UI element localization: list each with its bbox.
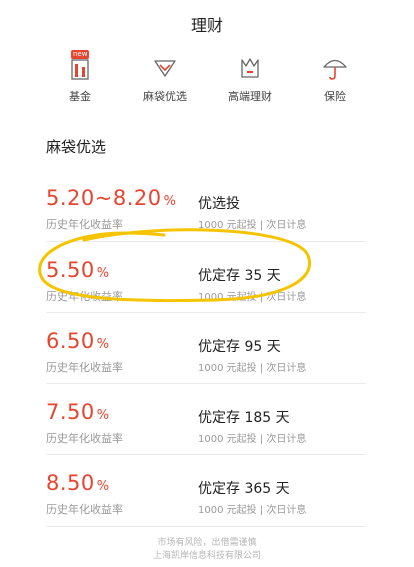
product-row[interactable]: 5.20~8.20% 历史年化收益率 优选投 1000 元起投 | 次日计息 [46,170,366,241]
rate-label: 历史年化收益率 [46,361,123,374]
product-row[interactable]: 5.50% 历史年化收益率 优定存 35 天 1000 元起投 | 次日计息 [46,241,366,312]
nav-item-fund[interactable]: new 基金 [40,50,120,104]
category-nav: new 基金 麻袋优选 高端理财 保险 [40,50,375,104]
section-title: 麻袋优选 [46,138,107,156]
nav-item-high-end[interactable]: 高端理财 [210,52,290,104]
nav-label-insurance: 保险 [324,90,346,103]
product-name: 优选投 [198,196,240,212]
fund-icon: new [63,50,97,82]
footer: 市场有风险，出借需谨慎 上海凯岸信息科技有限公司 [0,537,414,563]
product-name: 优定存 365 天 [198,481,290,497]
rate-label: 历史年化收益率 [46,290,123,303]
rate-value: 5.50% [46,258,110,282]
rate-value: 6.50% [46,329,110,353]
new-badge: new [71,50,90,59]
product-note: 1000 元起投 | 次日计息 [198,505,307,516]
product-row[interactable]: 8.50% 历史年化收益率 优定存 365 天 1000 元起投 | 次日计息 [46,454,366,525]
umbrella-icon [318,52,352,82]
product-name: 优定存 95 天 [198,339,281,355]
rate-label: 历史年化收益率 [46,503,123,516]
rate-value: 7.50% [46,400,110,424]
nav-label-madai-select: 麻袋优选 [143,90,187,103]
product-list: 5.20~8.20% 历史年化收益率 优选投 1000 元起投 | 次日计息 5… [46,170,366,525]
page-title: 理财 [190,16,223,35]
crown-icon [233,52,267,82]
nav-item-insurance[interactable]: 保险 [295,52,375,104]
list-divider [46,526,366,527]
company-name: 上海凯岸信息科技有限公司 [152,551,261,561]
nav-item-madai-select[interactable]: 麻袋优选 [125,52,205,104]
rate-label: 历史年化收益率 [46,432,123,445]
risk-notice: 市场有风险，出借需谨慎 [157,538,257,548]
product-name: 优定存 185 天 [198,410,290,426]
product-row[interactable]: 7.50% 历史年化收益率 优定存 185 天 1000 元起投 | 次日计息 [46,383,366,454]
product-note: 1000 元起投 | 次日计息 [198,363,307,374]
rate-label: 历史年化收益率 [46,218,123,231]
diamond-icon [148,52,182,82]
nav-label-fund: 基金 [69,90,91,103]
product-note: 1000 元起投 | 次日计息 [198,292,307,303]
product-note: 1000 元起投 | 次日计息 [198,434,307,445]
product-name: 优定存 35 天 [198,268,281,284]
nav-label-high-end: 高端理财 [228,90,272,103]
product-note: 1000 元起投 | 次日计息 [198,220,307,231]
rate-value: 8.50% [46,471,110,495]
product-row[interactable]: 6.50% 历史年化收益率 优定存 95 天 1000 元起投 | 次日计息 [46,312,366,383]
rate-value: 5.20~8.20% [46,186,177,210]
